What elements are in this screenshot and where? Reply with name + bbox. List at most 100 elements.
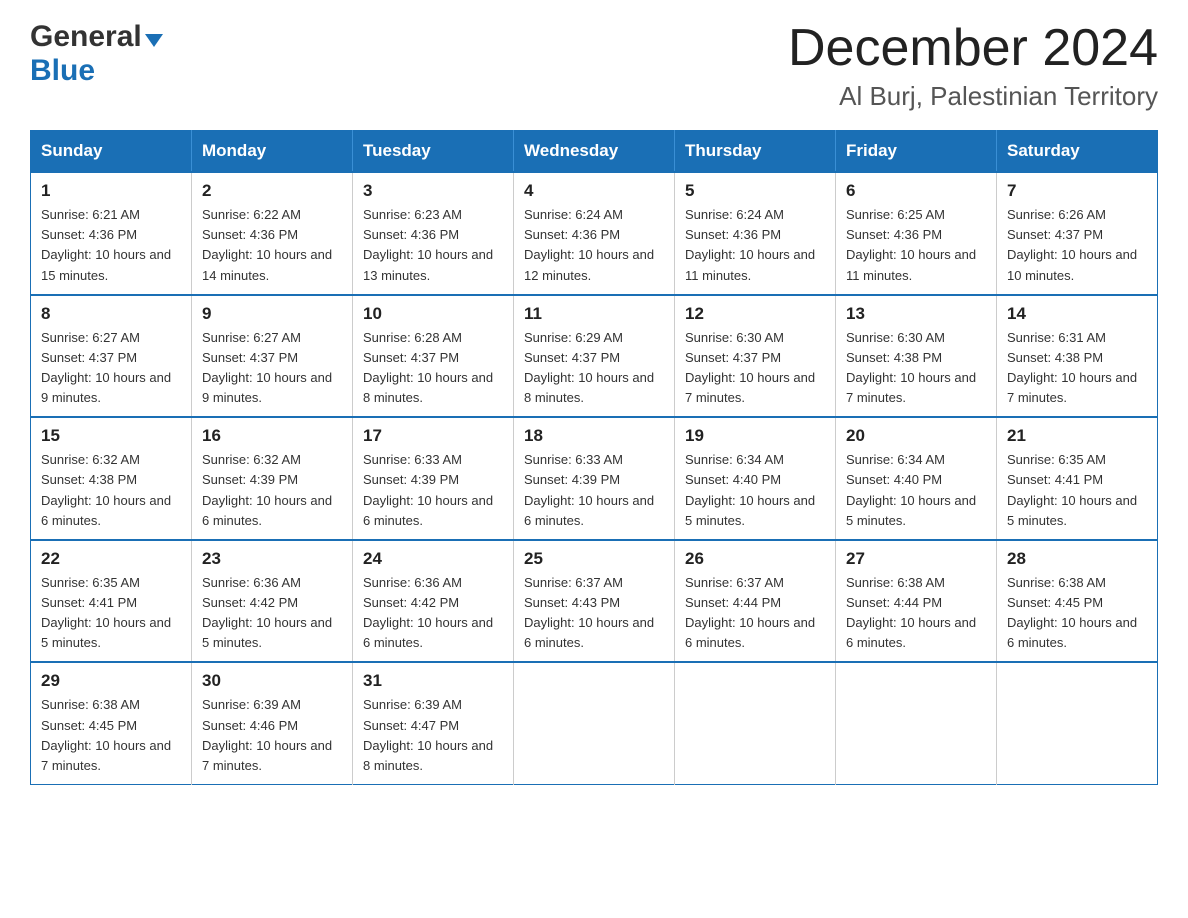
- calendar-cell: 3 Sunrise: 6:23 AM Sunset: 4:36 PM Dayli…: [353, 172, 514, 295]
- day-info: Sunrise: 6:39 AM Sunset: 4:46 PM Dayligh…: [202, 695, 342, 776]
- day-info: Sunrise: 6:22 AM Sunset: 4:36 PM Dayligh…: [202, 205, 342, 286]
- day-number: 22: [41, 549, 181, 569]
- day-info: Sunrise: 6:31 AM Sunset: 4:38 PM Dayligh…: [1007, 328, 1147, 409]
- page-header: General Blue December 2024 Al Burj, Pale…: [30, 20, 1158, 112]
- day-number: 14: [1007, 304, 1147, 324]
- day-info: Sunrise: 6:33 AM Sunset: 4:39 PM Dayligh…: [363, 450, 503, 531]
- day-number: 30: [202, 671, 342, 691]
- calendar-cell: 12 Sunrise: 6:30 AM Sunset: 4:37 PM Dayl…: [675, 295, 836, 418]
- day-info: Sunrise: 6:38 AM Sunset: 4:45 PM Dayligh…: [1007, 573, 1147, 654]
- calendar-cell: 4 Sunrise: 6:24 AM Sunset: 4:36 PM Dayli…: [514, 172, 675, 295]
- calendar-cell: 24 Sunrise: 6:36 AM Sunset: 4:42 PM Dayl…: [353, 540, 514, 663]
- day-number: 27: [846, 549, 986, 569]
- day-info: Sunrise: 6:38 AM Sunset: 4:45 PM Dayligh…: [41, 695, 181, 776]
- calendar-cell: 15 Sunrise: 6:32 AM Sunset: 4:38 PM Dayl…: [31, 417, 192, 540]
- calendar-week-row: 8 Sunrise: 6:27 AM Sunset: 4:37 PM Dayli…: [31, 295, 1158, 418]
- calendar-cell: 8 Sunrise: 6:27 AM Sunset: 4:37 PM Dayli…: [31, 295, 192, 418]
- day-info: Sunrise: 6:37 AM Sunset: 4:43 PM Dayligh…: [524, 573, 664, 654]
- day-info: Sunrise: 6:36 AM Sunset: 4:42 PM Dayligh…: [202, 573, 342, 654]
- day-info: Sunrise: 6:28 AM Sunset: 4:37 PM Dayligh…: [363, 328, 503, 409]
- calendar-header-row: Sunday Monday Tuesday Wednesday Thursday…: [31, 131, 1158, 173]
- day-number: 9: [202, 304, 342, 324]
- day-number: 26: [685, 549, 825, 569]
- calendar-cell: 14 Sunrise: 6:31 AM Sunset: 4:38 PM Dayl…: [997, 295, 1158, 418]
- calendar-subtitle: Al Burj, Palestinian Territory: [788, 81, 1158, 112]
- logo: General Blue: [30, 20, 163, 88]
- calendar-cell: 7 Sunrise: 6:26 AM Sunset: 4:37 PM Dayli…: [997, 172, 1158, 295]
- day-info: Sunrise: 6:25 AM Sunset: 4:36 PM Dayligh…: [846, 205, 986, 286]
- day-info: Sunrise: 6:30 AM Sunset: 4:37 PM Dayligh…: [685, 328, 825, 409]
- day-info: Sunrise: 6:24 AM Sunset: 4:36 PM Dayligh…: [524, 205, 664, 286]
- col-tuesday: Tuesday: [353, 131, 514, 173]
- calendar-cell: [675, 662, 836, 784]
- day-info: Sunrise: 6:38 AM Sunset: 4:44 PM Dayligh…: [846, 573, 986, 654]
- day-info: Sunrise: 6:37 AM Sunset: 4:44 PM Dayligh…: [685, 573, 825, 654]
- logo-blue: Blue: [30, 54, 95, 87]
- day-number: 5: [685, 181, 825, 201]
- calendar-cell: 23 Sunrise: 6:36 AM Sunset: 4:42 PM Dayl…: [192, 540, 353, 663]
- day-number: 25: [524, 549, 664, 569]
- calendar-cell: [836, 662, 997, 784]
- col-sunday: Sunday: [31, 131, 192, 173]
- day-info: Sunrise: 6:34 AM Sunset: 4:40 PM Dayligh…: [685, 450, 825, 531]
- calendar-cell: 28 Sunrise: 6:38 AM Sunset: 4:45 PM Dayl…: [997, 540, 1158, 663]
- day-number: 13: [846, 304, 986, 324]
- day-info: Sunrise: 6:24 AM Sunset: 4:36 PM Dayligh…: [685, 205, 825, 286]
- calendar-cell: [997, 662, 1158, 784]
- calendar-cell: 25 Sunrise: 6:37 AM Sunset: 4:43 PM Dayl…: [514, 540, 675, 663]
- day-number: 21: [1007, 426, 1147, 446]
- logo-general: General: [30, 20, 142, 54]
- calendar-cell: 9 Sunrise: 6:27 AM Sunset: 4:37 PM Dayli…: [192, 295, 353, 418]
- calendar-week-row: 1 Sunrise: 6:21 AM Sunset: 4:36 PM Dayli…: [31, 172, 1158, 295]
- day-info: Sunrise: 6:33 AM Sunset: 4:39 PM Dayligh…: [524, 450, 664, 531]
- day-number: 31: [363, 671, 503, 691]
- calendar-cell: 22 Sunrise: 6:35 AM Sunset: 4:41 PM Dayl…: [31, 540, 192, 663]
- day-number: 20: [846, 426, 986, 446]
- day-info: Sunrise: 6:27 AM Sunset: 4:37 PM Dayligh…: [202, 328, 342, 409]
- calendar-title: December 2024: [788, 20, 1158, 77]
- calendar-cell: 26 Sunrise: 6:37 AM Sunset: 4:44 PM Dayl…: [675, 540, 836, 663]
- day-info: Sunrise: 6:35 AM Sunset: 4:41 PM Dayligh…: [1007, 450, 1147, 531]
- col-monday: Monday: [192, 131, 353, 173]
- title-block: December 2024 Al Burj, Palestinian Terri…: [788, 20, 1158, 112]
- calendar-week-row: 15 Sunrise: 6:32 AM Sunset: 4:38 PM Dayl…: [31, 417, 1158, 540]
- day-number: 4: [524, 181, 664, 201]
- day-info: Sunrise: 6:32 AM Sunset: 4:38 PM Dayligh…: [41, 450, 181, 531]
- day-info: Sunrise: 6:29 AM Sunset: 4:37 PM Dayligh…: [524, 328, 664, 409]
- col-friday: Friday: [836, 131, 997, 173]
- day-number: 7: [1007, 181, 1147, 201]
- logo-triangle-icon: [145, 34, 163, 47]
- day-number: 17: [363, 426, 503, 446]
- calendar-cell: [514, 662, 675, 784]
- calendar-week-row: 29 Sunrise: 6:38 AM Sunset: 4:45 PM Dayl…: [31, 662, 1158, 784]
- calendar-cell: 2 Sunrise: 6:22 AM Sunset: 4:36 PM Dayli…: [192, 172, 353, 295]
- calendar-week-row: 22 Sunrise: 6:35 AM Sunset: 4:41 PM Dayl…: [31, 540, 1158, 663]
- calendar-cell: 5 Sunrise: 6:24 AM Sunset: 4:36 PM Dayli…: [675, 172, 836, 295]
- calendar-cell: 1 Sunrise: 6:21 AM Sunset: 4:36 PM Dayli…: [31, 172, 192, 295]
- calendar-cell: 30 Sunrise: 6:39 AM Sunset: 4:46 PM Dayl…: [192, 662, 353, 784]
- day-number: 3: [363, 181, 503, 201]
- day-info: Sunrise: 6:23 AM Sunset: 4:36 PM Dayligh…: [363, 205, 503, 286]
- calendar-table: Sunday Monday Tuesday Wednesday Thursday…: [30, 130, 1158, 785]
- day-info: Sunrise: 6:21 AM Sunset: 4:36 PM Dayligh…: [41, 205, 181, 286]
- calendar-cell: 31 Sunrise: 6:39 AM Sunset: 4:47 PM Dayl…: [353, 662, 514, 784]
- day-info: Sunrise: 6:39 AM Sunset: 4:47 PM Dayligh…: [363, 695, 503, 776]
- day-number: 2: [202, 181, 342, 201]
- calendar-cell: 16 Sunrise: 6:32 AM Sunset: 4:39 PM Dayl…: [192, 417, 353, 540]
- day-number: 23: [202, 549, 342, 569]
- calendar-cell: 13 Sunrise: 6:30 AM Sunset: 4:38 PM Dayl…: [836, 295, 997, 418]
- calendar-cell: 11 Sunrise: 6:29 AM Sunset: 4:37 PM Dayl…: [514, 295, 675, 418]
- day-number: 1: [41, 181, 181, 201]
- day-number: 6: [846, 181, 986, 201]
- day-info: Sunrise: 6:32 AM Sunset: 4:39 PM Dayligh…: [202, 450, 342, 531]
- day-number: 29: [41, 671, 181, 691]
- day-info: Sunrise: 6:34 AM Sunset: 4:40 PM Dayligh…: [846, 450, 986, 531]
- day-number: 16: [202, 426, 342, 446]
- day-info: Sunrise: 6:35 AM Sunset: 4:41 PM Dayligh…: [41, 573, 181, 654]
- day-number: 15: [41, 426, 181, 446]
- day-number: 28: [1007, 549, 1147, 569]
- day-number: 10: [363, 304, 503, 324]
- calendar-cell: 6 Sunrise: 6:25 AM Sunset: 4:36 PM Dayli…: [836, 172, 997, 295]
- calendar-cell: 10 Sunrise: 6:28 AM Sunset: 4:37 PM Dayl…: [353, 295, 514, 418]
- day-number: 18: [524, 426, 664, 446]
